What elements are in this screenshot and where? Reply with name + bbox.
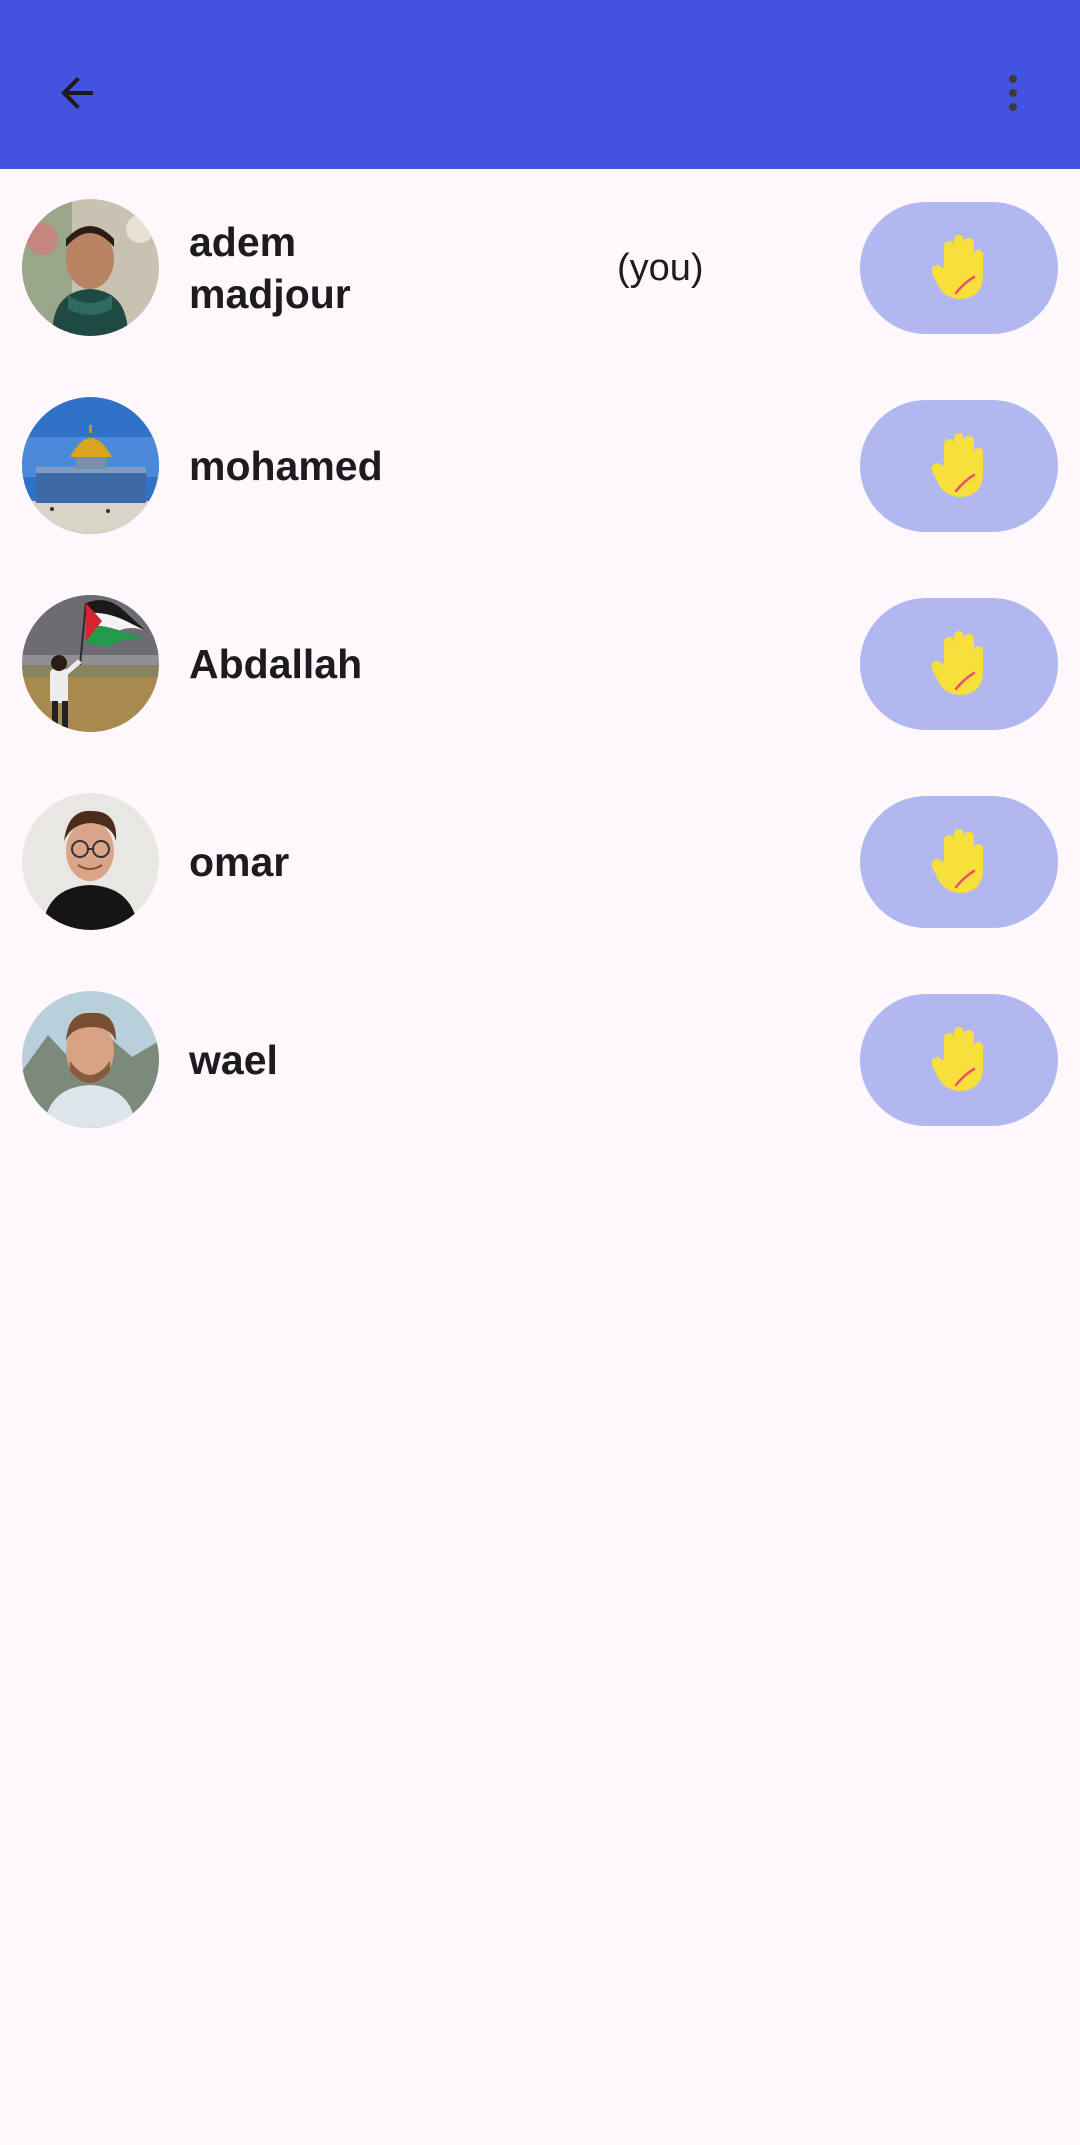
- raised-hand-icon: [931, 1027, 983, 1091]
- participant-row[interactable]: omar: [0, 763, 1080, 961]
- participant-name: adem madjour: [189, 219, 351, 317]
- self-indicator: (you): [617, 246, 704, 289]
- top-app-bar: [0, 0, 1080, 169]
- participant-name: mohamed: [189, 443, 383, 489]
- participant-name: wael: [189, 1037, 278, 1083]
- raised-hand-icon: [931, 631, 983, 695]
- more-vert-icon: [1009, 75, 1017, 111]
- avatar: [22, 199, 159, 336]
- participant-row[interactable]: Abdallah: [0, 565, 1080, 763]
- raised-hand-icon: [931, 433, 983, 497]
- wave-button[interactable]: [860, 598, 1058, 730]
- raised-hand-icon: [931, 235, 983, 299]
- back-button[interactable]: [36, 52, 118, 134]
- more-options-button[interactable]: [972, 52, 1054, 134]
- portrait-man-scarf: [22, 199, 159, 336]
- wave-button[interactable]: [860, 202, 1058, 334]
- portrait-man-mountains: [22, 991, 159, 1128]
- avatar: [22, 397, 159, 534]
- participant-row[interactable]: wael: [0, 961, 1080, 1159]
- avatar: [22, 991, 159, 1128]
- participant-list: adem madjour (you) mohamed Abdallah omar…: [0, 169, 1080, 1159]
- wave-button[interactable]: [860, 400, 1058, 532]
- man-waving-flag: [22, 595, 159, 732]
- participant-name: Abdallah: [189, 641, 363, 687]
- participant-row[interactable]: adem madjour (you): [0, 169, 1080, 367]
- portrait-man-glasses: [22, 793, 159, 930]
- dome-of-the-rock: [22, 397, 159, 534]
- raised-hand-icon: [931, 829, 983, 893]
- participant-row[interactable]: mohamed: [0, 367, 1080, 565]
- wave-button[interactable]: [860, 796, 1058, 928]
- arrow-back-icon: [61, 77, 93, 109]
- avatar: [22, 595, 159, 732]
- wave-button[interactable]: [860, 994, 1058, 1126]
- participant-name: omar: [189, 839, 290, 885]
- avatar: [22, 793, 159, 930]
